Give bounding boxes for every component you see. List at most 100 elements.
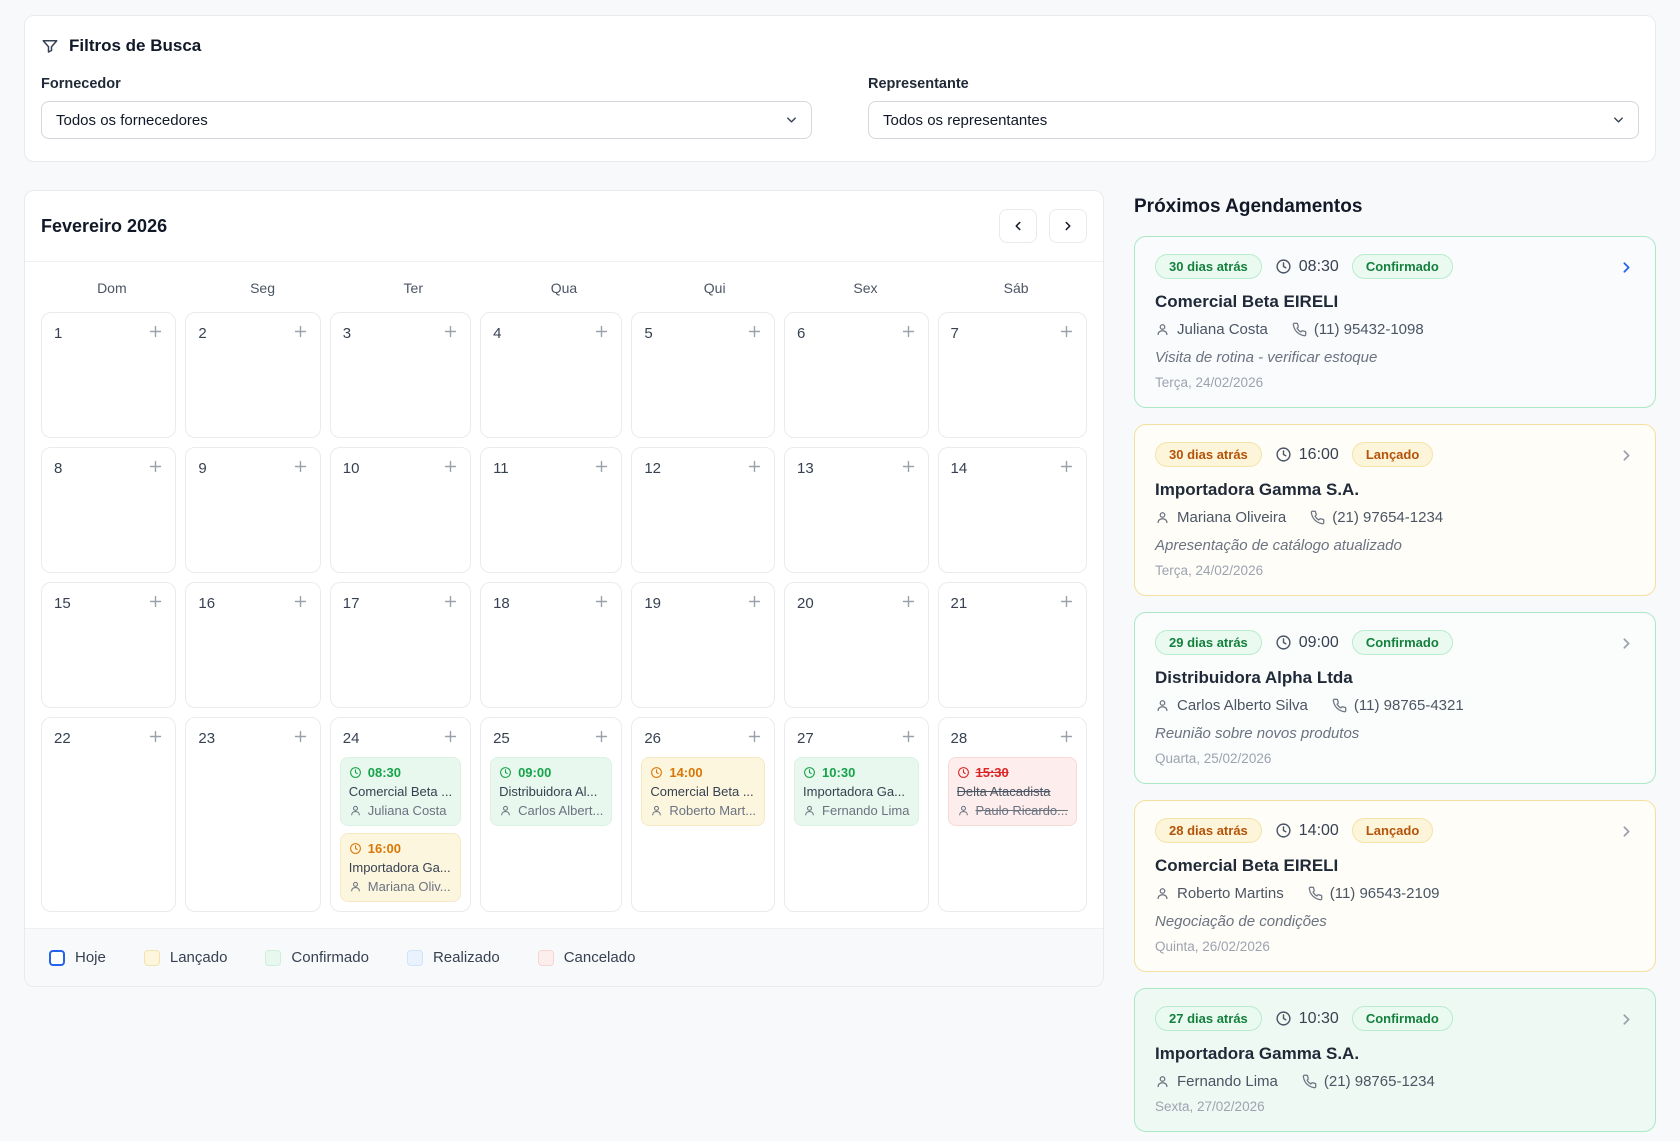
add-appointment-button[interactable]: [440, 726, 461, 750]
chevron-down-icon: [1611, 113, 1626, 128]
calendar-event[interactable]: 15:30Delta AtacadistaPaulo Ricardo...: [948, 757, 1078, 826]
day-number: 19: [641, 595, 661, 612]
day-cell-header: 1: [51, 321, 166, 345]
add-appointment-button[interactable]: [290, 456, 311, 480]
plus-icon: [292, 593, 309, 610]
open-appointment-button[interactable]: [1618, 823, 1635, 845]
appointment-card[interactable]: 27 dias atrás10:30ConfirmadoImportadora …: [1134, 988, 1656, 1132]
add-appointment-button[interactable]: [898, 591, 919, 615]
add-appointment-button[interactable]: [744, 456, 765, 480]
representante-label: Representante: [868, 76, 1639, 92]
add-appointment-button[interactable]: [591, 591, 612, 615]
open-appointment-button[interactable]: [1618, 259, 1635, 281]
legend-item-cancelado: Cancelado: [538, 949, 636, 966]
plus-icon: [442, 323, 459, 340]
calendar-event[interactable]: 14:00Comercial Beta ...Roberto Mart...: [641, 757, 765, 826]
calendar-event[interactable]: 16:00Importadora Ga...Mariana Oliv...: [340, 833, 461, 902]
add-appointment-button[interactable]: [290, 591, 311, 615]
add-appointment-button[interactable]: [440, 456, 461, 480]
appointment-card[interactable]: 30 dias atrás08:30ConfirmadoComercial Be…: [1134, 236, 1656, 408]
add-appointment-button[interactable]: [1056, 591, 1077, 615]
appointment-person-name: Juliana Costa: [1177, 321, 1268, 338]
next-month-button[interactable]: [1049, 209, 1087, 243]
day-cell-header: 5: [641, 321, 765, 345]
add-appointment-button[interactable]: [145, 591, 166, 615]
event-time-text: 14:00: [669, 765, 702, 780]
add-appointment-button[interactable]: [145, 456, 166, 480]
day-cell-header: 6: [794, 321, 918, 345]
prev-month-button[interactable]: [999, 209, 1037, 243]
add-appointment-button[interactable]: [898, 726, 919, 750]
add-appointment-button[interactable]: [145, 321, 166, 345]
add-appointment-button[interactable]: [290, 726, 311, 750]
add-appointment-button[interactable]: [1056, 321, 1077, 345]
add-appointment-button[interactable]: [898, 456, 919, 480]
open-appointment-button[interactable]: [1618, 447, 1635, 469]
appointment-card[interactable]: 28 dias atrás14:00LançadoComercial Beta …: [1134, 800, 1656, 972]
day-cell-25: 2509:00Distribuidora Al...Carlos Albert.…: [480, 717, 622, 912]
appointment-date: Quinta, 26/02/2026: [1155, 939, 1635, 954]
add-appointment-button[interactable]: [1056, 456, 1077, 480]
weekday-label: Sex: [795, 280, 937, 296]
day-cell-14: 14: [938, 447, 1088, 573]
add-appointment-button[interactable]: [744, 591, 765, 615]
calendar-event[interactable]: 08:30Comercial Beta ...Juliana Costa: [340, 757, 461, 826]
open-appointment-button[interactable]: [1618, 635, 1635, 657]
representante-select[interactable]: Todos os representantes: [868, 101, 1639, 139]
appointment-person: Carlos Alberto Silva: [1155, 697, 1308, 714]
calendar-event[interactable]: 09:00Distribuidora Al...Carlos Albert...: [490, 757, 612, 826]
calendar-event[interactable]: 10:30Importadora Ga...Fernando Lima: [794, 757, 918, 826]
appointment-date: Terça, 24/02/2026: [1155, 563, 1635, 578]
status-badge: Confirmado: [1352, 630, 1453, 655]
legend-label: Realizado: [433, 949, 500, 966]
day-number: 26: [641, 730, 661, 747]
add-appointment-button[interactable]: [145, 726, 166, 750]
event-person-name: Carlos Albert...: [518, 803, 603, 818]
appointment-phone: (11) 96543-2109: [1308, 885, 1440, 902]
add-appointment-button[interactable]: [591, 456, 612, 480]
plus-icon: [442, 728, 459, 745]
calendar-month-title: Fevereiro 2026: [41, 216, 167, 237]
event-person: Juliana Costa: [349, 803, 452, 818]
day-number: 3: [340, 325, 351, 342]
event-person: Roberto Mart...: [650, 803, 756, 818]
day-number: 4: [490, 325, 501, 342]
clock-icon: [650, 766, 663, 779]
legend-swatch-hoje: [49, 950, 65, 966]
add-appointment-button[interactable]: [591, 726, 612, 750]
appointment-phone-number: (11) 98765-4321: [1354, 697, 1464, 714]
add-appointment-button[interactable]: [898, 321, 919, 345]
status-badge: Lançado: [1352, 818, 1433, 843]
clock-icon: [1275, 258, 1292, 275]
add-appointment-button[interactable]: [591, 321, 612, 345]
filter-panel-title: Filtros de Busca: [69, 36, 201, 56]
event-company: Importadora Ga...: [349, 860, 452, 875]
add-appointment-button[interactable]: [440, 321, 461, 345]
appointment-card[interactable]: 30 dias atrás16:00LançadoImportadora Gam…: [1134, 424, 1656, 596]
chevron-right-icon: [1618, 635, 1635, 652]
day-cell-header: 2: [195, 321, 310, 345]
plus-icon: [1058, 593, 1075, 610]
appointment-date: Terça, 24/02/2026: [1155, 375, 1635, 390]
add-appointment-button[interactable]: [290, 321, 311, 345]
event-time: 10:30: [803, 765, 909, 780]
appointment-person-name: Mariana Oliveira: [1177, 509, 1286, 526]
add-appointment-button[interactable]: [744, 726, 765, 750]
appointment-card[interactable]: 29 dias atrás09:00ConfirmadoDistribuidor…: [1134, 612, 1656, 784]
person-icon: [1155, 698, 1170, 713]
add-appointment-button[interactable]: [440, 591, 461, 615]
open-appointment-button[interactable]: [1618, 1011, 1635, 1033]
fornecedor-select[interactable]: Todos os fornecedores: [41, 101, 812, 139]
day-cell-header: 17: [340, 591, 461, 615]
person-icon: [349, 880, 362, 893]
day-cell-22: 22: [41, 717, 176, 912]
day-cell-header: 11: [490, 456, 612, 480]
legend-swatch-realizado: [407, 950, 423, 966]
funnel-icon: [41, 37, 59, 55]
day-cell-header: 4: [490, 321, 612, 345]
day-cell-24: 24 08:30Comercial Beta ...Juliana Costa 16…: [330, 717, 471, 912]
appointment-meta: Juliana Costa(11) 95432-1098: [1155, 321, 1635, 338]
add-appointment-button[interactable]: [1056, 726, 1077, 750]
day-cell-header: 24: [340, 726, 461, 750]
add-appointment-button[interactable]: [744, 321, 765, 345]
